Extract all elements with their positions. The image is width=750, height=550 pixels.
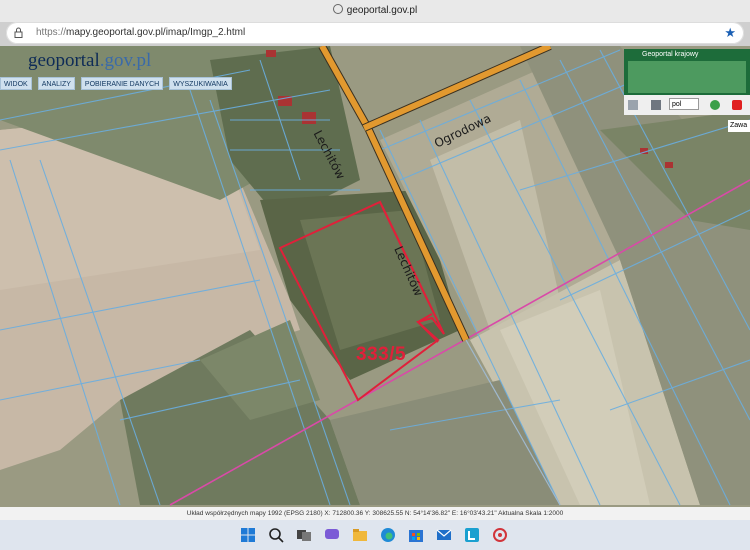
print-icon[interactable] bbox=[651, 100, 661, 110]
youtube-icon[interactable] bbox=[732, 100, 742, 110]
parcel-number-label[interactable]: 333/5 bbox=[356, 344, 406, 366]
overview-minimap[interactable] bbox=[628, 61, 746, 93]
geoportal-logo[interactable]: geoportal.gov.pl bbox=[28, 50, 151, 72]
site-title: geoportal.gov.pl bbox=[0, 4, 750, 16]
help-icon[interactable] bbox=[710, 100, 720, 110]
edge-icon[interactable] bbox=[380, 527, 396, 543]
search-icon[interactable] bbox=[268, 527, 284, 543]
lock-icon bbox=[14, 27, 23, 38]
store-icon[interactable] bbox=[408, 527, 424, 543]
app-l-icon[interactable] bbox=[464, 527, 480, 543]
grid-icon[interactable] bbox=[628, 100, 638, 110]
aerial-map-canvas[interactable] bbox=[0, 46, 750, 520]
menu-widok[interactable]: WIDOK bbox=[0, 77, 32, 90]
menu-pobieranie-danych[interactable]: POBIERANIE DANYCH bbox=[80, 77, 164, 90]
language-select[interactable]: pol bbox=[669, 98, 699, 110]
site-favicon-icon bbox=[332, 4, 343, 14]
chat-icon[interactable] bbox=[324, 527, 340, 543]
address-bar[interactable]: https://mapy.geoportal.gov.pl/imap/Imgp_… bbox=[6, 22, 744, 44]
geoportal-krajowy-panel[interactable]: Geoportal krajowy bbox=[624, 49, 750, 95]
site-title-text: geoportal.gov.pl bbox=[346, 5, 418, 16]
coordinate-status-bar: Układ współrzędnych mapy 1992 (EPSG 2180… bbox=[0, 507, 750, 520]
map-view[interactable]: Lechitów Ogrodowa Lechitów 333/5 bbox=[0, 46, 750, 520]
main-menu: WIDOK ANALIZY POBIERANIE DANYCH WYSZUKIW… bbox=[0, 77, 232, 90]
explorer-icon[interactable] bbox=[352, 527, 368, 543]
logo-domain: .gov.pl bbox=[99, 50, 152, 71]
app-red-icon[interactable] bbox=[492, 527, 508, 543]
browser-title-bar: geoportal.gov.pl bbox=[0, 0, 750, 22]
windows-taskbar bbox=[0, 520, 750, 550]
menu-analizy[interactable]: ANALIZY bbox=[37, 77, 75, 90]
zawa-box[interactable]: Zawa bbox=[728, 120, 750, 132]
tool-strip: pol bbox=[624, 95, 750, 115]
panel-title: Geoportal krajowy bbox=[642, 51, 699, 58]
bookmark-star-icon[interactable]: ★ bbox=[724, 25, 736, 41]
url-scheme: https:// bbox=[36, 27, 67, 38]
task-view-icon[interactable] bbox=[296, 527, 312, 543]
menu-wyszukiwania[interactable]: WYSZUKIWANIA bbox=[169, 77, 232, 90]
mail-icon[interactable] bbox=[436, 527, 452, 543]
logo-portal: portal bbox=[55, 50, 100, 71]
windows-icon[interactable] bbox=[240, 527, 256, 543]
url-text[interactable]: https://mapy.geoportal.gov.pl/imap/Imgp_… bbox=[36, 27, 245, 38]
logo-geo: geo bbox=[28, 50, 56, 71]
url-path: mapy.geoportal.gov.pl/imap/Imgp_2.html bbox=[66, 27, 246, 38]
